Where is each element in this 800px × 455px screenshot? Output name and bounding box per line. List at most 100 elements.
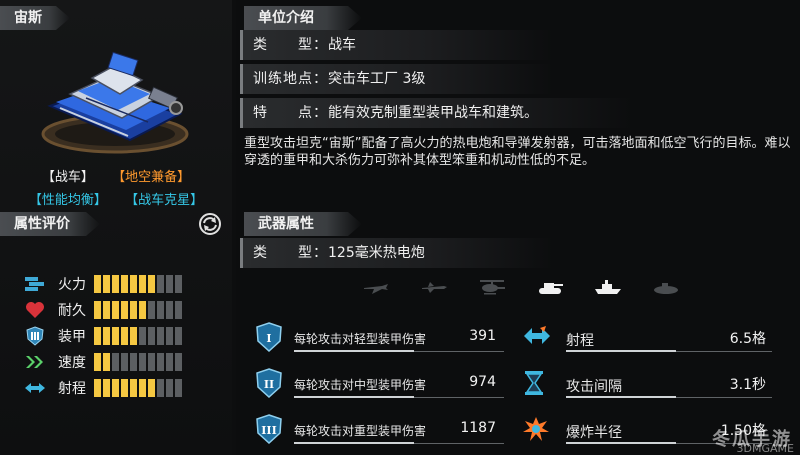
level-segment bbox=[139, 353, 146, 371]
weapon-stat-value: 3.1秒 bbox=[729, 377, 766, 393]
attribute-label: 耐久 bbox=[58, 303, 86, 319]
attribute-label: 装甲 bbox=[58, 329, 86, 345]
level-segment bbox=[103, 353, 110, 371]
stat-underline bbox=[294, 442, 414, 444]
level-segment bbox=[175, 327, 182, 345]
attribute-label: 射程 bbox=[58, 381, 86, 397]
damage-stat-name: 每轮攻击对中型装甲伤害 bbox=[294, 378, 427, 392]
intro-header: 单位介绍 bbox=[244, 6, 362, 30]
level-segment bbox=[166, 275, 173, 293]
training-row: 训练地点：突击车工厂 3级 bbox=[240, 64, 553, 94]
weapon-header: 武器属性 bbox=[244, 212, 362, 236]
stat-underline bbox=[566, 350, 676, 352]
badge-ground-air: 【地空兼备】 bbox=[112, 170, 191, 185]
damage-stat-row: I 每轮攻击对轻型装甲伤害 391 bbox=[256, 322, 506, 358]
attribute-row-0: 火力 bbox=[24, 273, 182, 295]
stat-underline-track bbox=[414, 351, 504, 352]
damage-stat-row: II 每轮攻击对中型装甲伤害 974 bbox=[256, 368, 506, 404]
attribute-row-1: 耐久 bbox=[24, 299, 182, 321]
helicopter-icon bbox=[480, 280, 505, 295]
level-segment bbox=[175, 301, 182, 319]
attribute-level-bar bbox=[94, 379, 182, 397]
weapon-stat-name: 射程 bbox=[566, 333, 594, 349]
level-segment bbox=[139, 275, 146, 293]
level-segment bbox=[166, 327, 173, 345]
attributes-header: 属性评价 bbox=[0, 212, 100, 236]
level-segment bbox=[166, 301, 173, 319]
intro-title: 单位介绍 bbox=[258, 10, 314, 26]
speed-icon bbox=[24, 352, 46, 372]
weapon-stat-row: 射程 6.5格 bbox=[522, 322, 782, 358]
level-segment bbox=[130, 327, 137, 345]
stat-underline-track bbox=[676, 397, 772, 398]
level-segment bbox=[103, 301, 110, 319]
attribute-row-4: 射程 bbox=[24, 377, 182, 399]
ship-icon bbox=[595, 280, 621, 294]
level-segment bbox=[130, 379, 137, 397]
damage-stat-value: 974 bbox=[469, 374, 496, 390]
level-segment bbox=[121, 379, 128, 397]
submarine-icon bbox=[654, 283, 678, 294]
badges-row-2: 【性能均衡】 【战车克星】 bbox=[0, 189, 232, 208]
attribute-level-bar bbox=[94, 301, 182, 319]
armor-tier-icon: I bbox=[256, 322, 282, 352]
level-segment bbox=[139, 301, 146, 319]
armor-icon bbox=[24, 326, 46, 346]
weapon-title: 武器属性 bbox=[258, 216, 314, 232]
armor-tier-numeral: III bbox=[261, 424, 276, 437]
unit-description: 重型攻击坦克“宙斯”配备了高火力的热电炮和导弹发射器，可击落地面和低空飞行的目标… bbox=[244, 136, 791, 168]
level-segment bbox=[157, 379, 164, 397]
attributes-title: 属性评价 bbox=[14, 216, 70, 232]
level-segment bbox=[94, 353, 101, 371]
level-segment bbox=[148, 353, 155, 371]
training-value: 突击车工厂 3级 bbox=[328, 71, 426, 87]
damage-stat-value: 391 bbox=[469, 328, 496, 344]
attribute-level-bar bbox=[94, 275, 182, 293]
stat-underline bbox=[294, 396, 414, 398]
level-segment bbox=[166, 353, 173, 371]
level-segment bbox=[130, 301, 137, 319]
tank-image bbox=[41, 51, 189, 154]
feature-row: 特 点：能有效克制重型装甲战车和建筑。 bbox=[240, 98, 633, 128]
badge-balanced: 【性能均衡】 bbox=[28, 193, 107, 208]
level-segment bbox=[94, 327, 101, 345]
level-segment bbox=[148, 301, 155, 319]
training-label: 训练地点： bbox=[253, 71, 328, 87]
damage-stat-value: 1187 bbox=[460, 420, 496, 436]
feature-label: 特 点： bbox=[253, 105, 328, 121]
explosion-icon bbox=[522, 416, 550, 446]
level-segment bbox=[166, 379, 173, 397]
attribute-label: 速度 bbox=[58, 355, 86, 371]
stat-underline bbox=[566, 442, 676, 444]
level-segment bbox=[175, 275, 182, 293]
firepower-icon bbox=[24, 274, 46, 294]
stat-underline-track bbox=[414, 443, 504, 444]
tank-portrait bbox=[30, 36, 200, 156]
level-segment bbox=[112, 327, 119, 345]
jet-icon bbox=[364, 284, 388, 294]
unit-name-header: 宙斯 bbox=[0, 6, 70, 30]
weapon-type-row: 类 型：125毫米热电炮 bbox=[240, 238, 553, 268]
level-segment bbox=[112, 353, 119, 371]
weapon-stat-row: 攻击间隔 3.1秒 bbox=[522, 368, 782, 404]
stat-underline bbox=[566, 396, 676, 398]
type-label: 类 型： bbox=[253, 37, 328, 53]
level-segment bbox=[157, 327, 164, 345]
level-segment bbox=[157, 301, 164, 319]
armor-tier-numeral: I bbox=[266, 332, 271, 345]
refresh-icon[interactable] bbox=[198, 212, 222, 236]
level-segment bbox=[112, 379, 119, 397]
level-segment bbox=[139, 379, 146, 397]
level-segment bbox=[175, 353, 182, 371]
watermark-sub: 3DMGAME bbox=[736, 442, 794, 455]
attribute-level-bar bbox=[94, 353, 182, 371]
damage-stat-row: III 每轮攻击对重型装甲伤害 1187 bbox=[256, 414, 506, 450]
level-segment bbox=[103, 275, 110, 293]
type-value: 战车 bbox=[328, 37, 356, 53]
type-row: 类 型：战车 bbox=[240, 30, 553, 60]
tank-icon bbox=[539, 283, 563, 294]
stat-underline-track bbox=[414, 397, 504, 398]
level-segment bbox=[157, 353, 164, 371]
plane-icon bbox=[422, 282, 447, 293]
badge-tank-counter: 【战车克星】 bbox=[125, 193, 204, 208]
